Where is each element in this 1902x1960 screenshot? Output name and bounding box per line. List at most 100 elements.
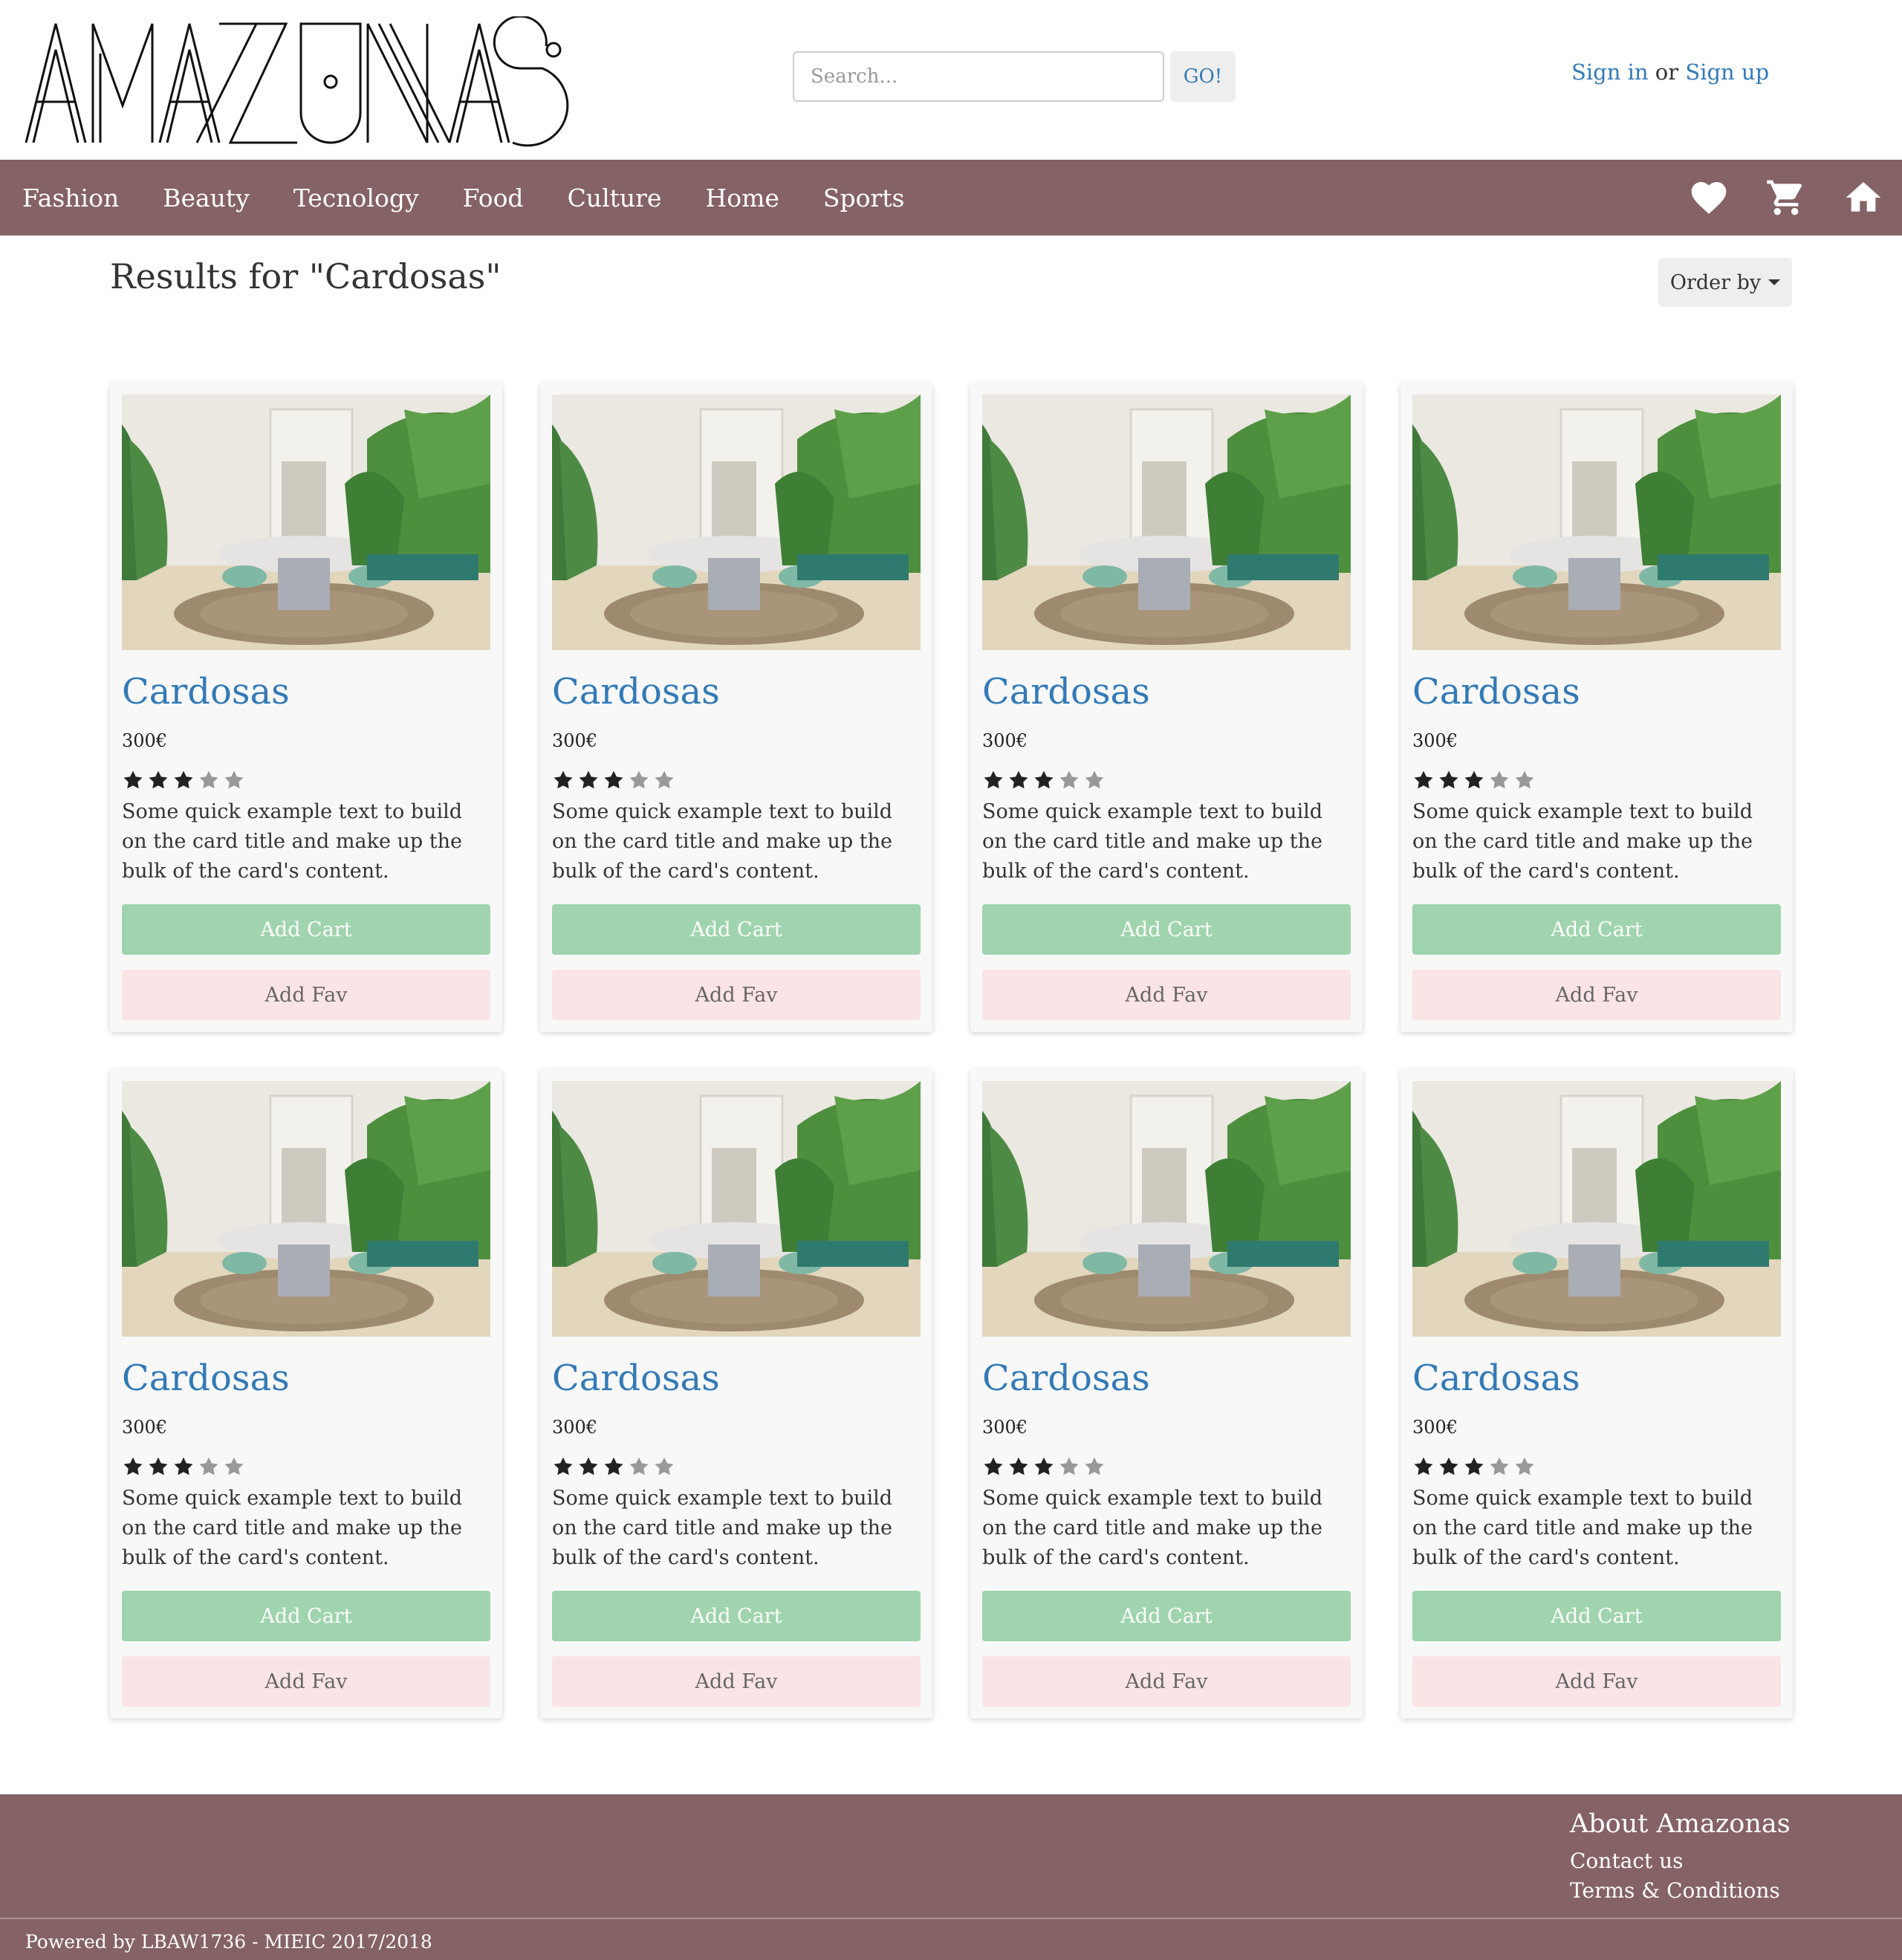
product-photo-illustration [982, 395, 1351, 650]
add-fav-button[interactable]: Add Fav [1412, 1656, 1781, 1707]
product-image[interactable] [1412, 395, 1781, 650]
star-empty-icon [223, 1456, 245, 1478]
nav-item-food[interactable]: Food [463, 184, 524, 212]
add-fav-button[interactable]: Add Fav [122, 1656, 490, 1707]
product-price: 300€ [122, 1417, 168, 1438]
product-description: Some quick example text to build on the … [982, 800, 1323, 883]
site-header: GO! Sign in or Sign up [0, 0, 1902, 160]
nav-item-sports[interactable]: Sports [823, 184, 905, 212]
add-cart-button[interactable]: Add Cart [982, 904, 1351, 955]
product-title[interactable]: Cardosas [982, 671, 1150, 713]
product-title[interactable]: Cardosas [1412, 671, 1580, 713]
product-photo-illustration [982, 1081, 1351, 1337]
star-filled-icon [122, 769, 144, 791]
sign-up-link[interactable]: Sign up [1685, 59, 1769, 85]
star-filled-icon [1412, 769, 1435, 791]
add-cart-button[interactable]: Add Cart [122, 1591, 490, 1641]
add-cart-button[interactable]: Add Cart [552, 1591, 921, 1641]
star-empty-icon [1083, 769, 1106, 791]
product-image[interactable] [552, 1081, 921, 1337]
home-icon[interactable] [1841, 175, 1886, 220]
product-price: 300€ [552, 1417, 598, 1438]
add-cart-button[interactable]: Add Cart [122, 904, 490, 955]
product-price: 300€ [982, 730, 1028, 751]
star-empty-icon [628, 1456, 650, 1478]
footer-heading: About Amazonas [1570, 1809, 1791, 1839]
product-grid: Cardosas 300€ Some quick example text to… [110, 383, 1793, 1719]
order-by-label: Order by [1669, 270, 1762, 294]
product-title[interactable]: Cardosas [552, 671, 720, 713]
product-card: Cardosas 300€ Some quick example text to… [540, 1069, 932, 1719]
product-title[interactable]: Cardosas [122, 1357, 290, 1399]
product-card: Cardosas 300€ Some quick example text to… [110, 1069, 502, 1719]
add-fav-button[interactable]: Add Fav [552, 970, 921, 1020]
star-empty-icon [1488, 769, 1510, 791]
add-cart-button[interactable]: Add Cart [982, 1591, 1351, 1641]
product-image[interactable] [122, 395, 490, 650]
add-fav-button[interactable]: Add Fav [1412, 970, 1781, 1020]
product-photo-illustration [122, 395, 490, 650]
search-go-button[interactable]: GO! [1170, 51, 1236, 102]
star-empty-icon [1488, 1456, 1510, 1478]
star-empty-icon [198, 1456, 220, 1478]
results-title: Results for "Cardosas" [110, 256, 502, 296]
star-empty-icon [1083, 1456, 1106, 1478]
add-cart-button[interactable]: Add Cart [1412, 1591, 1781, 1641]
category-navbar: Fashion Beauty Tecnology Food Culture Ho… [0, 160, 1902, 236]
search-bar: GO! [793, 51, 1236, 102]
terms-link[interactable]: Terms & Conditions [1570, 1876, 1791, 1906]
star-empty-icon [1058, 1456, 1080, 1478]
rating-stars [122, 769, 248, 791]
star-filled-icon [1463, 769, 1485, 791]
product-price: 300€ [1412, 730, 1458, 751]
star-filled-icon [577, 1456, 600, 1478]
cart-icon[interactable] [1764, 175, 1808, 220]
product-title[interactable]: Cardosas [552, 1357, 720, 1399]
product-price: 300€ [1412, 1417, 1458, 1438]
product-title[interactable]: Cardosas [122, 671, 290, 713]
rating-stars [1412, 769, 1539, 791]
product-description: Some quick example text to build on the … [1412, 800, 1753, 883]
nav-item-culture[interactable]: Culture [568, 184, 662, 212]
add-fav-button[interactable]: Add Fav [982, 1656, 1351, 1707]
add-cart-button[interactable]: Add Cart [552, 904, 921, 955]
nav-item-beauty[interactable]: Beauty [163, 184, 250, 212]
nav-item-tecnology[interactable]: Tecnology [293, 184, 419, 212]
category-list: Fashion Beauty Tecnology Food Culture Ho… [22, 160, 949, 236]
site-logo[interactable] [22, 15, 587, 150]
logo-wordmark [25, 15, 569, 147]
star-filled-icon [552, 1456, 574, 1478]
nav-icon-group [1687, 160, 1902, 236]
product-card: Cardosas 300€ Some quick example text to… [970, 1069, 1363, 1719]
add-fav-button[interactable]: Add Fav [122, 970, 490, 1020]
product-image[interactable] [1412, 1081, 1781, 1337]
product-image[interactable] [982, 395, 1351, 650]
contact-us-link[interactable]: Contact us [1570, 1846, 1791, 1876]
product-image[interactable] [982, 1081, 1351, 1337]
product-price: 300€ [552, 730, 598, 751]
star-filled-icon [172, 1456, 195, 1478]
search-input[interactable] [793, 51, 1164, 102]
add-fav-button[interactable]: Add Fav [982, 970, 1351, 1020]
product-title[interactable]: Cardosas [982, 1357, 1150, 1399]
star-filled-icon [1007, 1456, 1030, 1478]
star-filled-icon [1438, 1456, 1460, 1478]
nav-item-home[interactable]: Home [705, 184, 779, 212]
heart-icon[interactable] [1687, 175, 1731, 220]
product-description: Some quick example text to build on the … [982, 1487, 1323, 1569]
product-card: Cardosas 300€ Some quick example text to… [540, 383, 932, 1032]
product-description: Some quick example text to build on the … [1412, 1487, 1753, 1569]
order-by-dropdown[interactable]: Order by [1658, 258, 1792, 307]
product-card: Cardosas 300€ Some quick example text to… [1400, 383, 1793, 1032]
add-fav-button[interactable]: Add Fav [552, 1656, 921, 1707]
product-title[interactable]: Cardosas [1412, 1357, 1580, 1399]
sign-in-link[interactable]: Sign in [1571, 59, 1649, 85]
footer-divider [0, 1918, 1902, 1919]
product-image[interactable] [552, 395, 921, 650]
star-empty-icon [653, 769, 675, 791]
product-image[interactable] [122, 1081, 490, 1337]
product-card: Cardosas 300€ Some quick example text to… [1400, 1069, 1793, 1719]
add-cart-button[interactable]: Add Cart [1412, 904, 1781, 955]
product-photo-illustration [1412, 1081, 1781, 1337]
nav-item-fashion[interactable]: Fashion [22, 184, 119, 212]
